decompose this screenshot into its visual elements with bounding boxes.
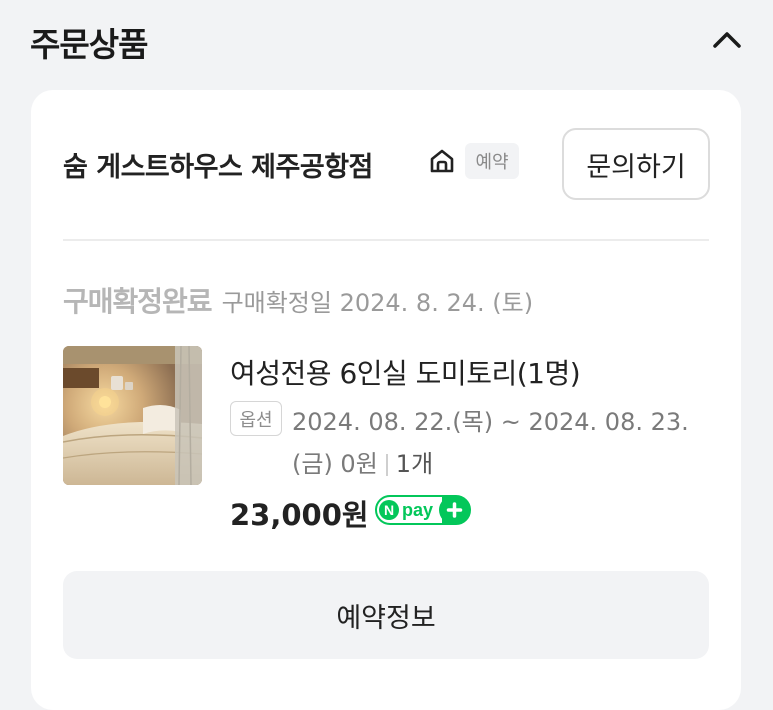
separator [385,454,388,476]
chevron-up-icon [713,32,741,48]
order-products-header: 주문상품 [0,0,773,80]
confirm-date: 구매확정일 2024. 8. 24. (토) [221,289,534,317]
option-dates: 2024. 08. 22.(목) ~ 2024. 08. 23. [292,408,689,436]
product-thumbnail[interactable] [63,346,202,485]
option-detail: (금) 0원 1개 [292,444,433,479]
order-status: 구매확정완료 [63,285,213,318]
svg-text:N: N [384,502,394,518]
reservation-badge: 예약 [465,143,519,179]
product-price: 23,000원 [230,498,369,532]
section-title: 주문상품 [30,25,148,64]
option-badge: 옵션 [230,401,282,436]
product-title[interactable]: 여성전용 6인실 도미토리(1명) [230,352,581,392]
quantity: 1개 [395,450,434,478]
home-icon[interactable] [427,146,457,176]
store-name[interactable]: 숨 게스트하우스 제주공항점 [63,145,373,184]
npay-plus-logo: N pay [375,495,471,525]
inquiry-button[interactable]: 문의하기 [562,128,710,200]
npay-label: pay [402,500,433,520]
divider [63,239,709,241]
dormitory-room-photo [63,346,202,485]
option-price: (금) 0원 [292,450,378,478]
order-status-row: 구매확정완료 구매확정일 2024. 8. 24. (토) [63,280,533,320]
collapse-button[interactable] [705,20,749,60]
store-row: 숨 게스트하우스 제주공항점 예약 문의하기 [63,128,710,200]
order-card: 숨 게스트하우스 제주공항점 예약 문의하기 구매확정완료 구매확정일 2024.… [31,90,741,710]
reservation-info-button[interactable]: 예약정보 [63,571,709,659]
